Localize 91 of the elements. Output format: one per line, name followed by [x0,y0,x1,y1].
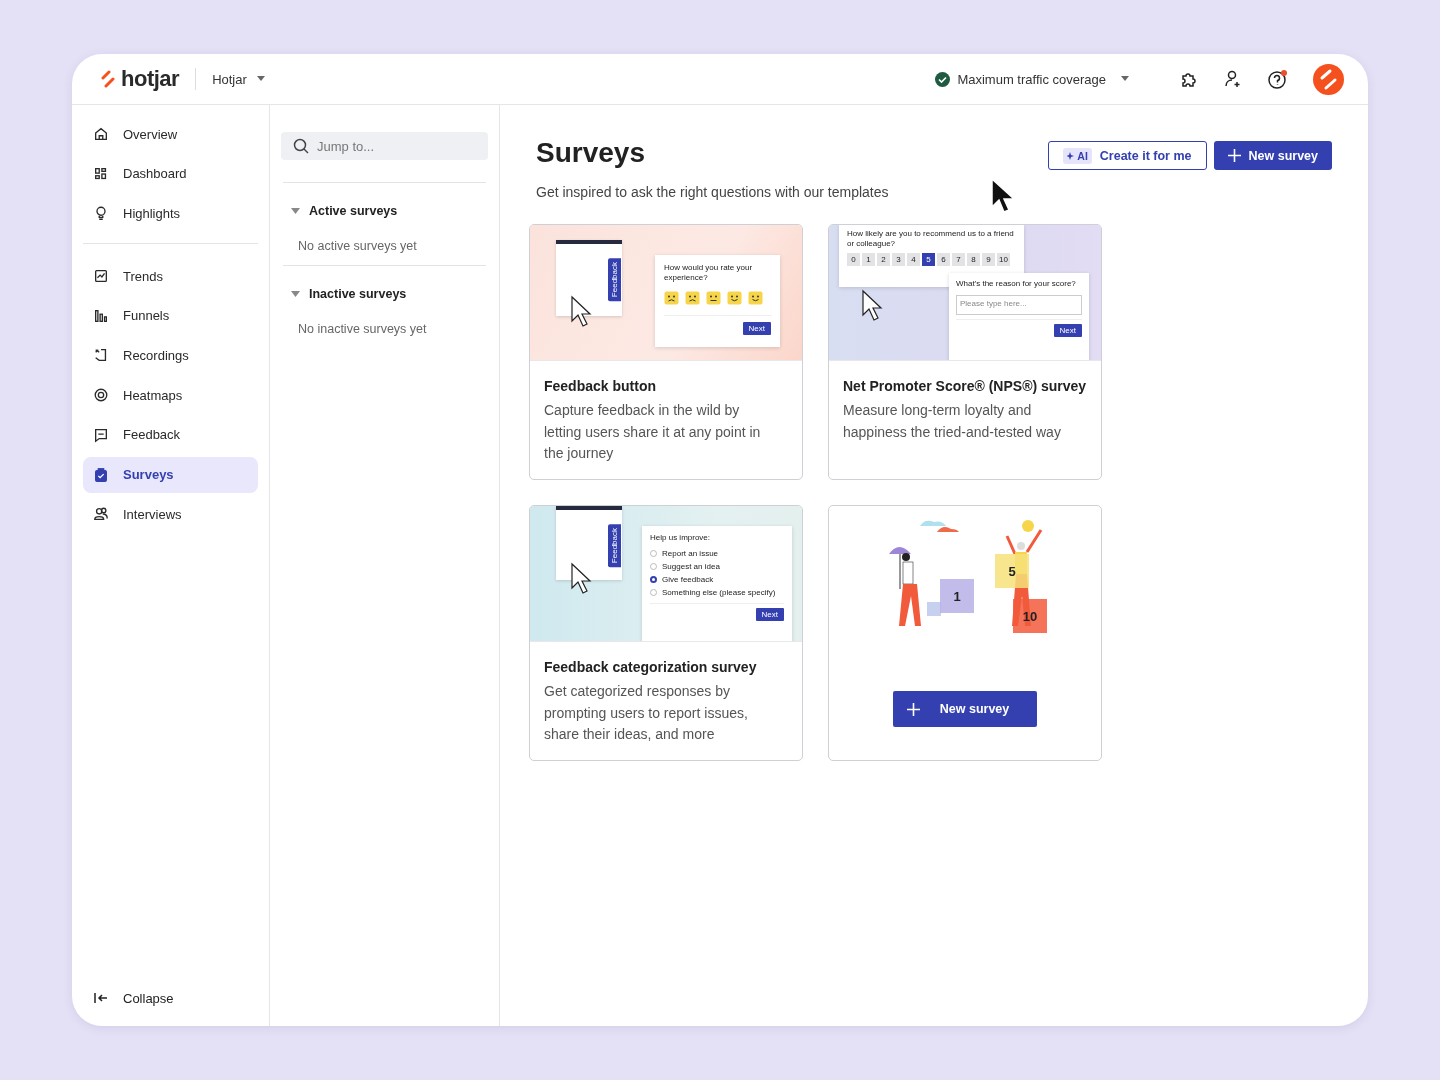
card-title: Feedback button [544,378,657,394]
plus-icon [906,702,920,716]
section-toggle[interactable]: Inactive surveys [283,286,413,302]
score-option: 7 [952,253,965,266]
card-title: Feedback categorization survey [544,659,758,675]
next-button: Next [1053,324,1082,337]
bars-icon [93,307,109,324]
score-option: 10 [997,253,1010,266]
add-user-icon[interactable] [1223,69,1243,89]
nav-item[interactable]: Interviews [83,496,258,533]
score-option: 6 [937,253,950,266]
next-button: Next [755,608,784,621]
pointer-icon [570,562,592,596]
collapse-button[interactable]: Collapse [83,982,258,1014]
emoji-icon [664,291,679,305]
score-option: 9 [982,253,995,266]
new-survey-button[interactable]: New survey [892,691,1038,727]
score-option: 8 [967,253,980,266]
site-selector[interactable]: Hotjar [212,71,265,87]
nav-item[interactable]: Funnels [83,297,258,334]
survey-question: How would you rate your experience? [664,263,754,283]
card-title: Net Promoter Score® (NPS®) survey [843,378,1087,394]
caret-icon [1121,76,1129,82]
option-label: Suggest an idea [662,562,720,571]
nav-item[interactable]: Overview [83,116,258,152]
check-icon [935,71,951,87]
coverage-selector[interactable]: Maximum traffic coverage [935,71,1129,87]
nav-item[interactable]: Recordings [83,337,258,374]
emoji-icon [685,291,700,305]
avatar-icon[interactable] [1313,63,1344,95]
nav-item[interactable]: Trends [83,258,258,295]
nav-item[interactable]: Heatmaps [83,377,258,414]
score-option: 0 [847,253,860,266]
number-tile: 1 [940,578,974,613]
nav-item[interactable]: Highlights [83,195,258,232]
message-icon [93,426,109,443]
nav-item[interactable]: Dashboard [83,155,258,192]
option-label: Give feedback [662,575,714,584]
chart-icon [93,268,109,285]
target-icon [93,387,109,404]
page-subtitle: Get inspired to ask the right questions with our templates [536,184,890,200]
caret-icon [256,76,265,82]
empty-message: No active surveys yet [297,238,418,253]
create-for-me-button[interactable]: AI Create it for me [1048,141,1207,170]
number-tile: 10 [1013,598,1047,633]
bulb-icon [93,205,109,222]
score-option: 1 [862,253,875,266]
feedback-tab: Feedback [608,524,621,568]
card-description: Measure long-term loyalty and happiness the tried-and-tested way [843,401,1062,442]
answer-field: Please type here... [956,295,1082,315]
logo-icon [100,70,116,88]
template-card[interactable] [828,224,1102,480]
emoji-icon [748,291,763,305]
people-icon [93,506,109,523]
home-icon [93,126,109,142]
score-option: 5 [922,253,935,266]
clipboard-icon [93,466,109,483]
new-survey-button[interactable]: New survey [1213,141,1332,170]
page-title: Surveys [536,137,645,169]
nav-item[interactable]: Surveys [83,456,258,493]
next-button: Next [742,322,771,335]
score-option: 2 [877,253,890,266]
survey-question: Help us improve: [650,533,712,543]
empty-message: No inactive surveys yet [297,321,428,336]
survey-question: How likely are you to recommend us to a friend or colleague? [847,229,1015,249]
survey-question: What's the reason for your score? [956,279,1077,289]
recording-icon [93,347,109,364]
card-description: Capture feedback in the wild by letting users share it at any point in the journey [544,401,762,463]
option-label: Report an issue [662,549,719,558]
section-toggle[interactable]: Active surveys [283,203,404,219]
collapse-icon [93,990,109,1006]
score-option: 4 [907,253,920,266]
grid-icon [93,165,109,182]
template-card[interactable]: Feedback How would you rate your experience? Next Feedback button Capture feedback in the wild by letting users share it at any point in the journey [529,224,803,480]
template-card[interactable] [529,505,803,761]
feedback-tab: Feedback [608,258,621,302]
card-description: Get categorized responses by prompting users to report issues, share their ideas, and more [544,682,749,744]
logo-text: hotjar [121,66,180,92]
emoji-icon [727,291,742,305]
pointer-icon [861,289,883,323]
number-tile: 5 [995,553,1029,588]
score-option: 3 [892,253,905,266]
option-label: Something else (please specify) [662,588,776,597]
search-field[interactable]: Jump to... [281,132,488,160]
plus-icon [1227,149,1241,162]
nav-item[interactable]: Feedback [83,416,258,453]
emoji-icon [706,291,721,305]
ai-badge: AI [1063,147,1092,164]
sparkle-icon [1067,151,1076,160]
pointer-icon [570,295,592,329]
help-icon[interactable] [1267,68,1289,90]
